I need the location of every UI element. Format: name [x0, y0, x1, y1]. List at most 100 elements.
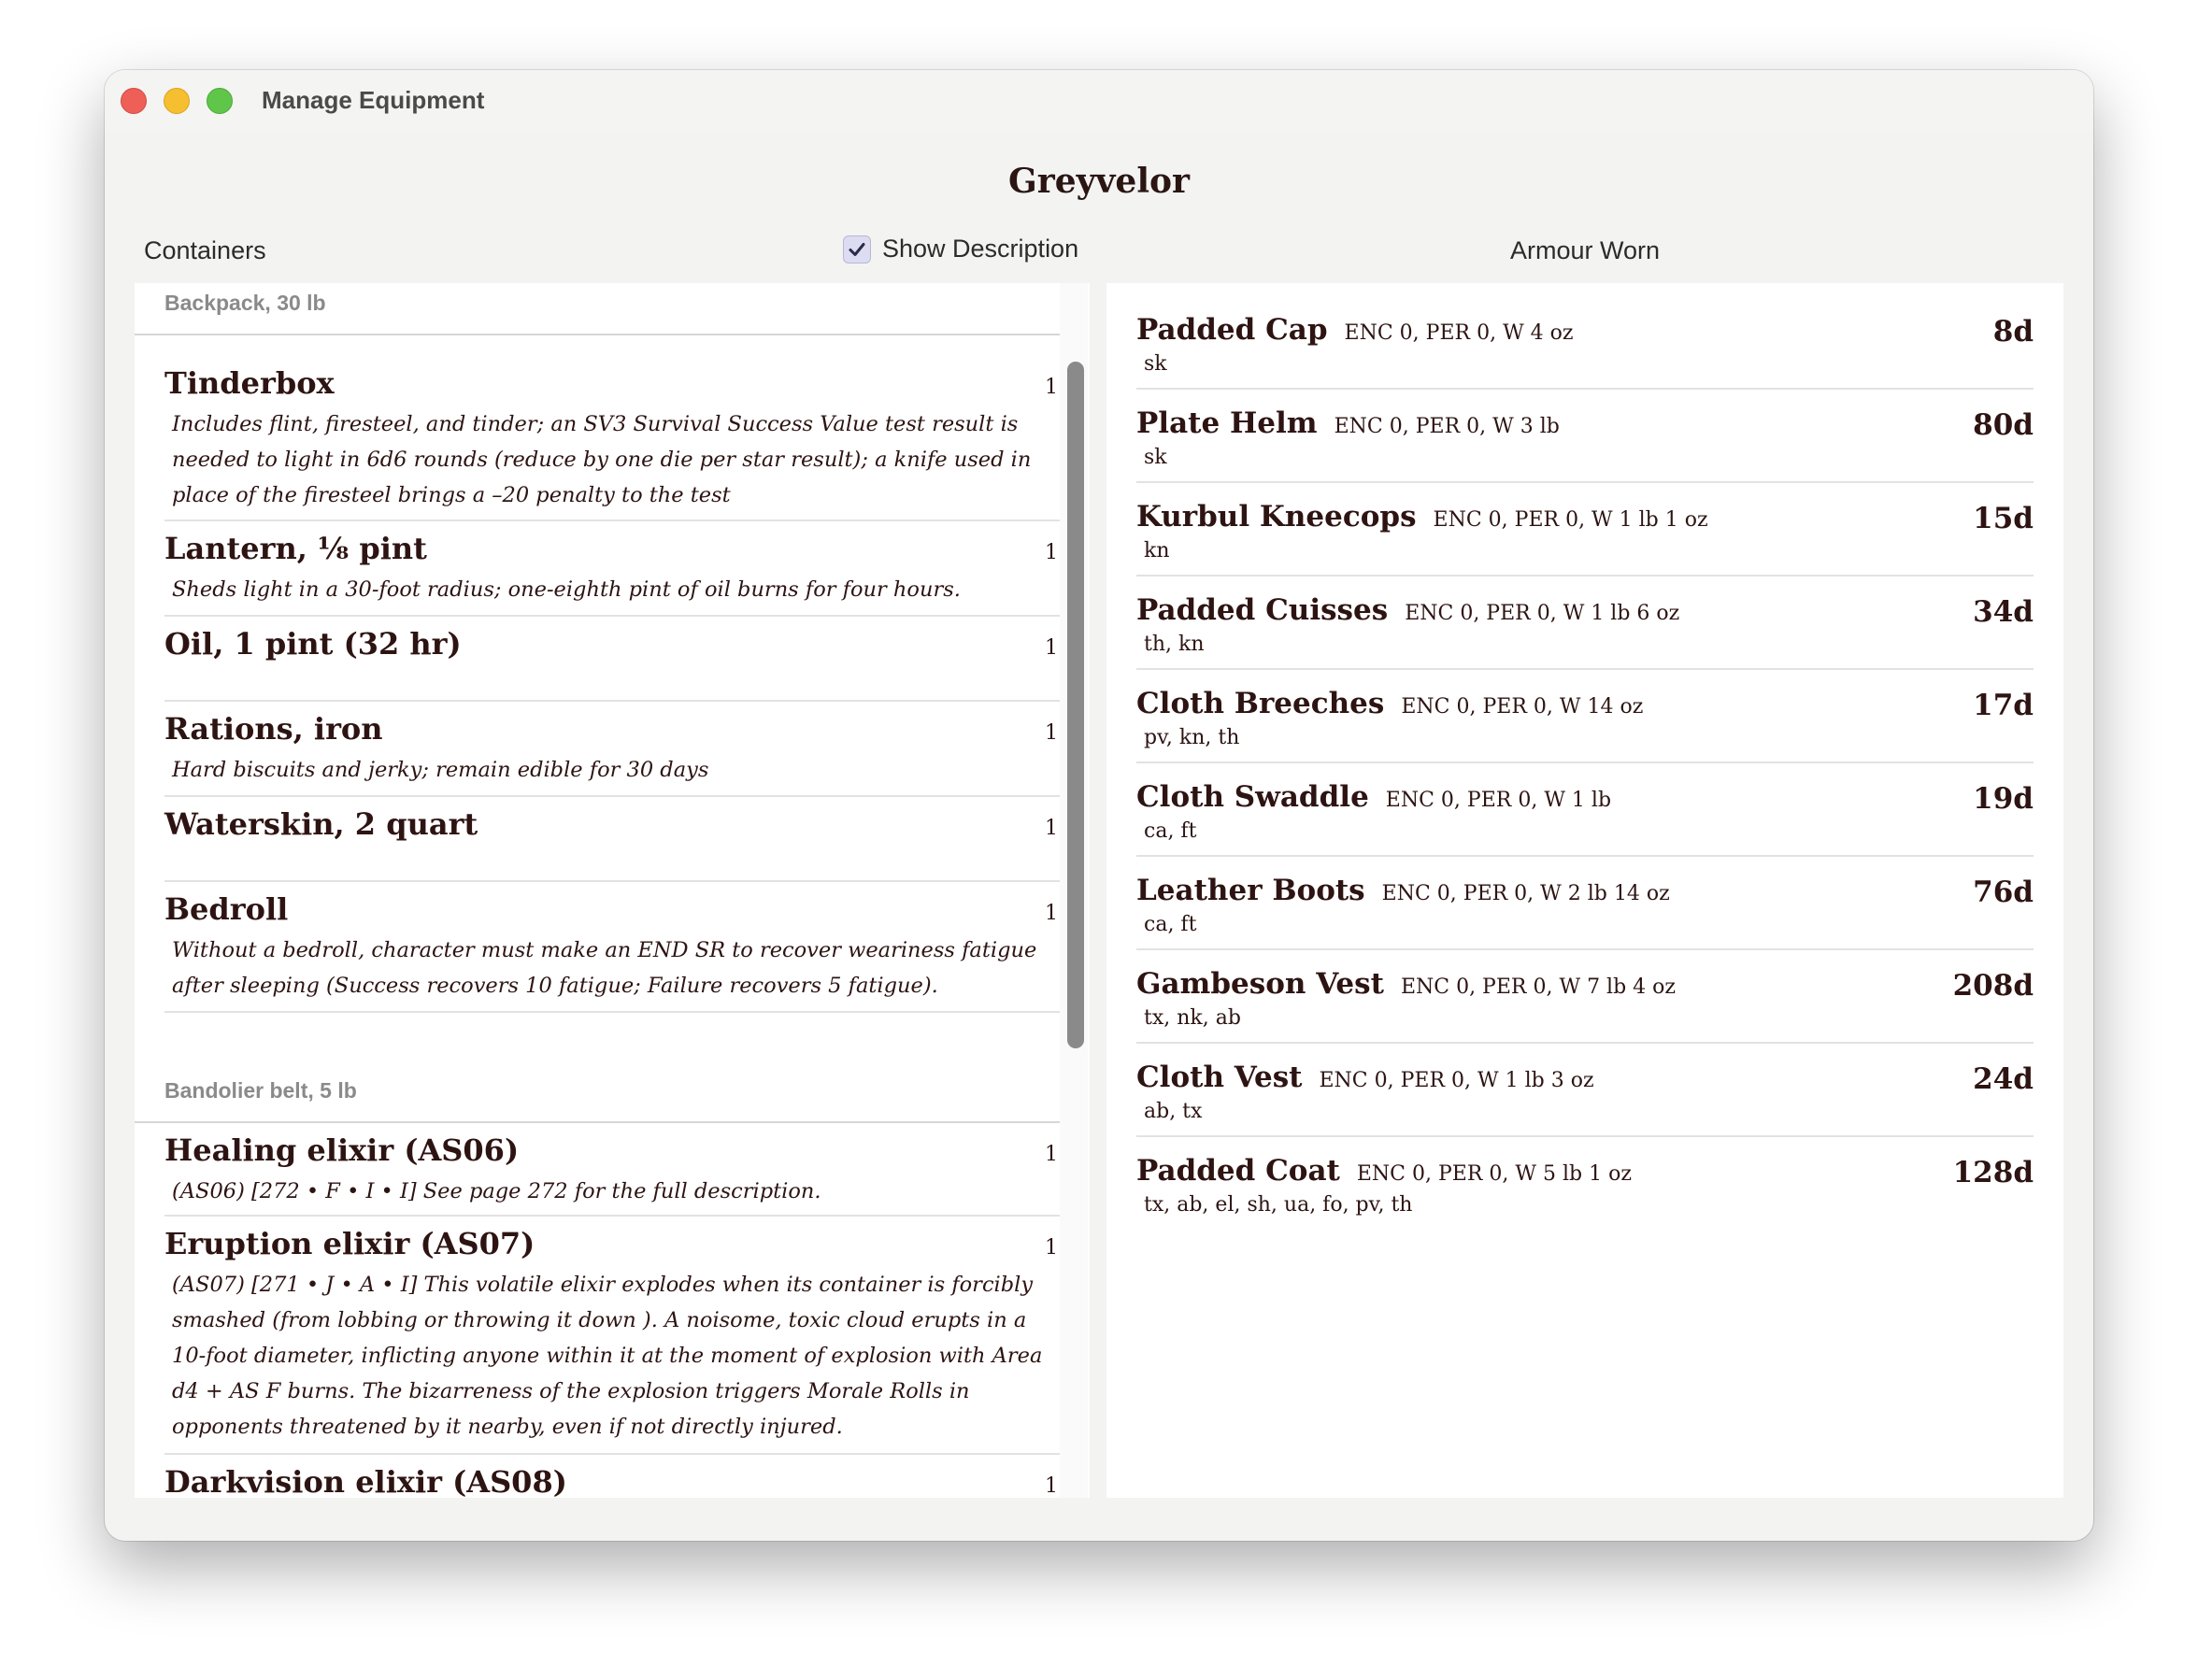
item-name: Bedroll [164, 891, 289, 927]
armour-stats: ENC 0, PER 0, W 5 lb 1 oz [1356, 1162, 1632, 1186]
containers-scrollbar[interactable] [1060, 283, 1088, 1498]
armour-price: 128d [1952, 1156, 2034, 1189]
armour-price: 80d [1973, 408, 2034, 442]
armour-price: 8d [1992, 315, 2034, 349]
item-description: (AS07) [271 • J • A • I] This volatile e… [172, 1273, 1043, 1439]
armour-stats: ENC 0, PER 0, W 7 lb 4 oz [1400, 975, 1676, 999]
armour-stats: ENC 0, PER 0, W 1 lb [1385, 789, 1612, 812]
item-quantity: 1 [1045, 376, 1058, 399]
manage-equipment-window: Manage Equipment Greyvelor Containers Sh… [105, 70, 2093, 1541]
item-name: Rations, iron [164, 711, 383, 747]
container-item[interactable]: Healing elixir (AS06) 1 (AS06) [272 • F … [164, 1123, 1060, 1217]
scrollbar-thumb[interactable] [1067, 362, 1084, 1048]
container-item[interactable]: Tinderbox 1 Includes flint, firesteel, a… [164, 335, 1060, 521]
item-name: Eruption elixir (AS07) [164, 1226, 535, 1261]
armour-price: 19d [1973, 782, 2034, 816]
container-item[interactable]: Bedroll 1 Without a bedroll, character m… [164, 882, 1060, 1013]
armour-name: Cloth Vest [1136, 1061, 1303, 1094]
item-quantity: 1 [1045, 1474, 1058, 1498]
item-name: Darkvision elixir (AS08) [164, 1464, 567, 1498]
container-item[interactable]: Darkvision elixir (AS08) 1 [164, 1455, 1060, 1498]
armour-stats: ENC 0, PER 0, W 3 lb [1334, 415, 1560, 438]
item-quantity: 1 [1045, 541, 1058, 564]
container-group-header: Bandolier belt, 5 lb [135, 1071, 1060, 1123]
container-item[interactable]: Waterskin, 2 quart 1 [164, 797, 1060, 882]
armour-item[interactable]: Kurbul Kneecops ENC 0, PER 0, W 1 lb 1 oz… [1136, 483, 2034, 577]
container-item[interactable]: Lantern, ⅛ pint 1 Sheds light in a 30-fo… [164, 521, 1060, 617]
close-window-button[interactable] [121, 88, 147, 114]
armour-locations: tx, ab, el, sh, ua, fo, pv, th [1144, 1193, 1413, 1217]
armour-name: Leather Boots [1136, 874, 1365, 907]
armour-name: Padded Cap [1136, 313, 1328, 347]
item-name: Waterskin, 2 quart [164, 806, 478, 842]
armour-locations: th, kn [1144, 633, 1205, 656]
checkmark-icon [849, 242, 865, 256]
armour-price: 76d [1973, 876, 2034, 909]
item-quantity: 1 [1045, 902, 1058, 925]
armour-name: Kurbul Kneecops [1136, 500, 1417, 534]
show-description-label: Show Description [882, 235, 1079, 263]
armour-locations: ca, ft [1144, 913, 1197, 936]
armour-name: Cloth Breeches [1136, 687, 1385, 720]
armour-item[interactable]: Padded Coat ENC 0, PER 0, W 5 lb 1 oz 128… [1136, 1137, 2034, 1231]
containers-list[interactable]: Backpack, 30 lb Tinderbox 1 Includes fli… [135, 283, 1090, 1498]
item-name: Healing elixir (AS06) [164, 1132, 520, 1168]
armour-locations: pv, kn, th [1144, 726, 1240, 749]
armour-item[interactable]: Cloth Vest ENC 0, PER 0, W 1 lb 3 oz 24d … [1136, 1044, 2034, 1137]
armour-locations: kn [1144, 539, 1170, 562]
container-item[interactable]: Oil, 1 pint (32 hr) 1 [164, 617, 1060, 702]
armour-stats: ENC 0, PER 0, W 1 lb 6 oz [1405, 602, 1680, 625]
show-description-toggle[interactable]: Show Description [843, 235, 1078, 263]
minimize-window-button[interactable] [164, 88, 190, 114]
armour-locations: sk [1144, 446, 1167, 469]
item-quantity: 1 [1045, 721, 1058, 745]
armour-name: Padded Coat [1136, 1154, 1340, 1188]
armour-stats: ENC 0, PER 0, W 14 oz [1401, 695, 1644, 719]
item-description: Hard biscuits and jerky; remain edible f… [172, 758, 709, 782]
item-description: Without a bedroll, character must make a… [172, 938, 1037, 998]
item-name: Lantern, ⅛ pint [164, 531, 427, 566]
armour-item[interactable]: Cloth Swaddle ENC 0, PER 0, W 1 lb 19d ca… [1136, 763, 2034, 857]
armour-locations: sk [1144, 352, 1167, 376]
item-quantity: 1 [1045, 1236, 1058, 1260]
armour-locations: tx, nk, ab [1144, 1006, 1241, 1030]
title-bar: Manage Equipment [105, 70, 2093, 132]
show-description-checkbox[interactable] [843, 235, 871, 263]
armour-stats: ENC 0, PER 0, W 2 lb 14 oz [1381, 882, 1670, 905]
item-quantity: 1 [1045, 636, 1058, 660]
container-group-header: Backpack, 30 lb [135, 283, 1060, 335]
item-quantity: 1 [1045, 1143, 1058, 1166]
armour-price: 208d [1952, 969, 2034, 1003]
armour-locations: ca, ft [1144, 819, 1197, 843]
armour-name: Plate Helm [1136, 406, 1318, 440]
armour-item[interactable]: Padded Cap ENC 0, PER 0, W 4 oz 8d sk [1136, 296, 2034, 390]
item-description: (AS06) [272 • F • I • I] See page 272 fo… [172, 1179, 821, 1203]
item-name: Oil, 1 pint (32 hr) [164, 626, 462, 662]
zoom-window-button[interactable] [207, 88, 233, 114]
container-item[interactable]: Eruption elixir (AS07) 1 (AS07) [271 • J… [164, 1217, 1060, 1455]
armour-item[interactable]: Gambeson Vest ENC 0, PER 0, W 7 lb 4 oz 2… [1136, 950, 2034, 1044]
armour-item[interactable]: Plate Helm ENC 0, PER 0, W 3 lb 80d sk [1136, 390, 2034, 483]
armour-item[interactable]: Cloth Breeches ENC 0, PER 0, W 14 oz 17d … [1136, 670, 2034, 763]
armour-price: 17d [1973, 689, 2034, 722]
item-name: Tinderbox [164, 365, 335, 401]
armour-name: Gambeson Vest [1136, 967, 1384, 1001]
item-description: Sheds light in a 30-foot radius; one-eig… [172, 577, 961, 602]
armour-price: 34d [1973, 595, 2034, 629]
armour-name: Padded Cuisses [1136, 593, 1389, 627]
armour-item[interactable]: Padded Cuisses ENC 0, PER 0, W 1 lb 6 oz … [1136, 577, 2034, 670]
container-item[interactable]: Rations, iron 1 Hard biscuits and jerky;… [164, 702, 1060, 797]
armour-worn-header: Armour Worn [1510, 236, 1661, 264]
armour-worn-list[interactable]: Padded Cap ENC 0, PER 0, W 4 oz 8d sk Pla… [1106, 283, 2063, 1498]
window-title: Manage Equipment [262, 86, 485, 114]
item-quantity: 1 [1045, 817, 1058, 840]
armour-stats: ENC 0, PER 0, W 1 lb 1 oz [1433, 508, 1708, 532]
armour-stats: ENC 0, PER 0, W 4 oz [1344, 321, 1574, 345]
item-description: Includes flint, firesteel, and tinder; a… [172, 412, 1032, 507]
armour-name: Cloth Swaddle [1136, 780, 1369, 814]
armour-item[interactable]: Leather Boots ENC 0, PER 0, W 2 lb 14 oz … [1136, 857, 2034, 950]
armour-locations: ab, tx [1144, 1100, 1203, 1123]
character-name: Greyvelor [1007, 162, 1190, 201]
containers-header: Containers [144, 236, 266, 264]
armour-stats: ENC 0, PER 0, W 1 lb 3 oz [1319, 1069, 1594, 1092]
